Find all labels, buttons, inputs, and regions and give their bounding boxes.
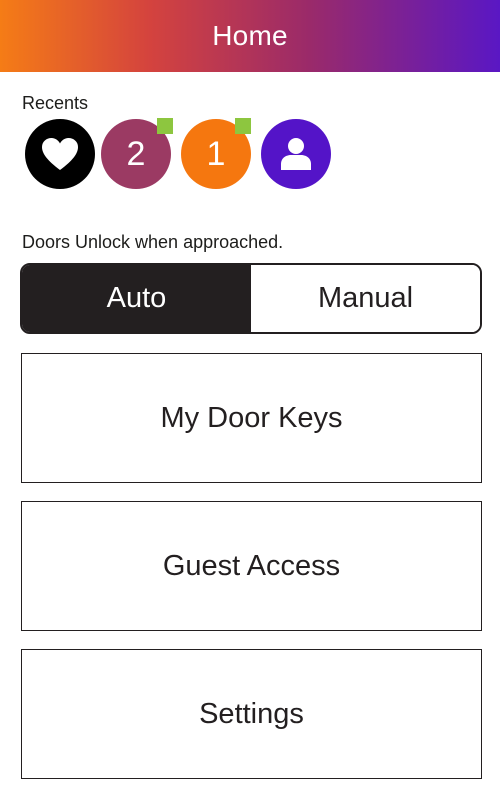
settings-button[interactable]: Settings — [21, 649, 482, 779]
recent-door-1[interactable]: 1 — [181, 118, 251, 189]
manual-mode-button[interactable]: Manual — [251, 265, 480, 332]
recent-door-1-number: 1 — [206, 134, 226, 173]
heart-icon — [42, 138, 78, 170]
recent-favorites[interactable] — [25, 119, 95, 189]
guest-access-button[interactable]: Guest Access — [21, 501, 482, 631]
my-door-keys-button[interactable]: My Door Keys — [21, 353, 482, 483]
recent-contact[interactable] — [261, 119, 331, 189]
recents-label: Recents — [22, 93, 89, 113]
mode-toggle: Auto Manual — [20, 263, 482, 334]
auto-mode-button[interactable]: Auto — [22, 265, 251, 332]
recent-door-2-number: 2 — [126, 134, 146, 173]
recent-door-2[interactable]: 2 — [101, 118, 173, 189]
notification-badge — [157, 118, 173, 134]
header-bar: Home — [0, 0, 500, 72]
notification-badge — [235, 118, 251, 134]
unlock-hint: Doors Unlock when approached. — [22, 232, 284, 252]
user-icon — [281, 138, 311, 170]
page-title: Home — [212, 20, 288, 51]
